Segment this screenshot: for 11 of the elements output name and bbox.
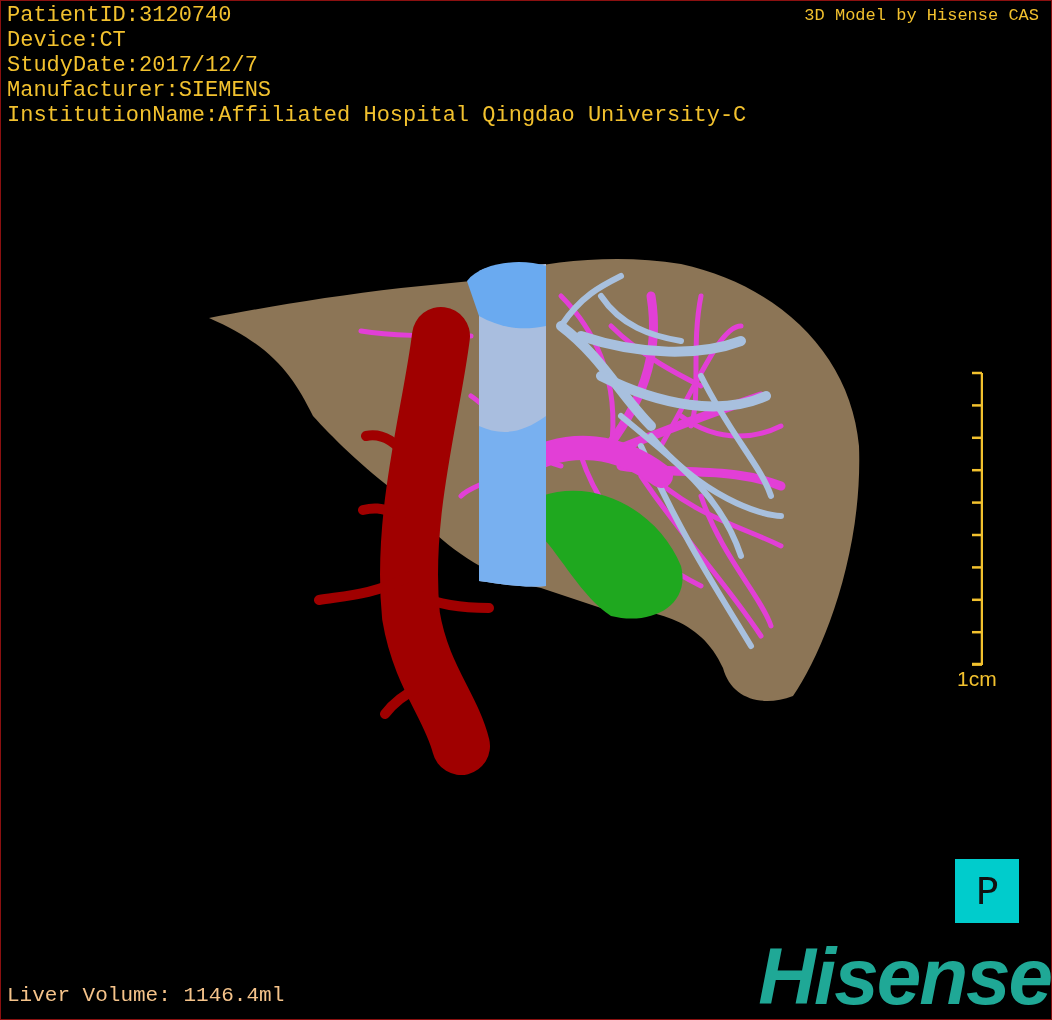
liver-volume-text: Liver Volume: 1146.4ml: [7, 984, 285, 1007]
scale-label: 1cm: [957, 667, 997, 691]
patient-info-text: Device:CT: [7, 28, 127, 53]
orientation-button[interactable]: P: [955, 859, 1019, 923]
model-title: 3D Model by Hisense CAS: [804, 5, 1039, 27]
patient-info-text: PatientID:3120740: [7, 3, 233, 28]
patient-info-text: Manufacturer:SIEMENS: [7, 78, 273, 103]
patient-info-text: StudyDate:2017/12/7: [7, 53, 259, 78]
patient-info-text: InstitutionName:Affiliated Hospital Qingdao University-C: [7, 103, 747, 128]
brand-logo: Hisense: [758, 941, 1051, 1013]
scale-bar-icon: [970, 371, 983, 667]
